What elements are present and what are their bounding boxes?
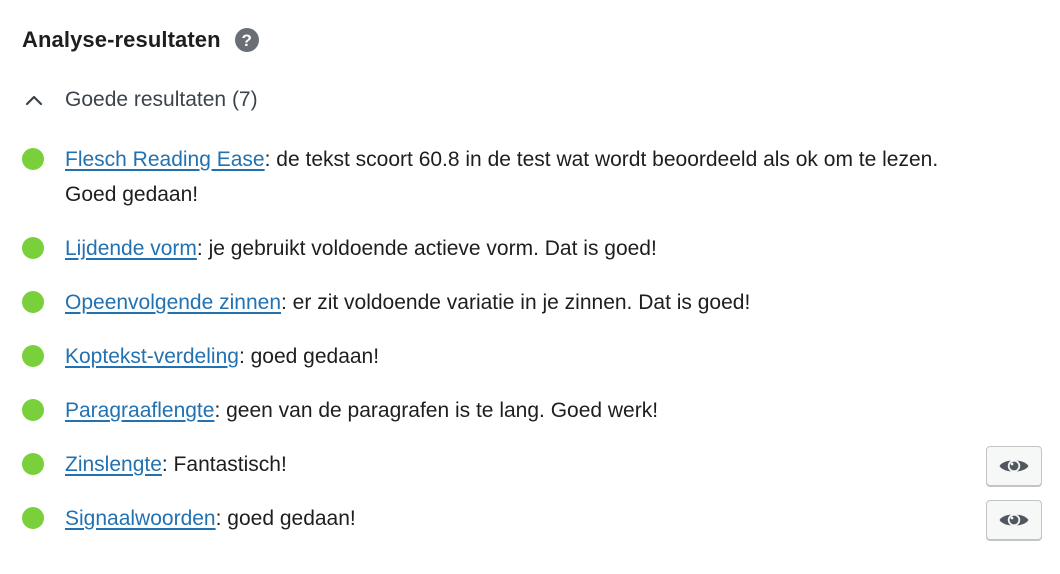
result-link-koptekst-verdeling[interactable]: Koptekst-verdeling (65, 345, 239, 368)
result-item: Paragraaflengte: geen van de paragrafen … (22, 393, 1042, 428)
result-text: Paragraaflengte: geen van de paragrafen … (65, 393, 995, 428)
analysis-results-panel: Analyse-resultaten ? Goede resultaten (7… (0, 0, 1060, 574)
result-text: Zinslengte: Fantastisch! (65, 447, 995, 482)
question-mark-icon[interactable]: ? (234, 28, 259, 52)
highlight-zinslengte-button[interactable] (986, 446, 1042, 486)
chevron-up-icon (22, 88, 46, 112)
good-status-icon (22, 507, 44, 529)
result-item: Lijdende vorm: je gebruikt voldoende act… (22, 231, 1042, 266)
result-link-flesch-reading-ease[interactable]: Flesch Reading Ease (65, 148, 265, 171)
result-message: : je gebruikt voldoende actieve vorm. Da… (196, 237, 657, 260)
eye-icon (999, 459, 1029, 473)
good-status-icon (22, 345, 44, 367)
eye-icon (999, 513, 1029, 527)
good-status-icon (22, 399, 44, 421)
result-message: : geen van de paragrafen is te lang. Goe… (214, 399, 659, 422)
results-list: Flesch Reading Ease: de tekst scoort 60.… (22, 142, 1042, 555)
result-link-zinslengte[interactable]: Zinslengte (65, 453, 162, 476)
result-link-lijdende-vorm[interactable]: Lijdende vorm (65, 237, 197, 260)
result-item: Opeenvolgende zinnen: er zit voldoende v… (22, 285, 1042, 320)
highlight-signaalwoorden-button[interactable] (986, 500, 1042, 540)
good-results-label: Goede resultaten (7) (65, 88, 258, 111)
result-text: Opeenvolgende zinnen: er zit voldoende v… (65, 285, 995, 320)
result-item: Zinslengte: Fantastisch! (22, 446, 1042, 486)
good-results-toggle[interactable]: Goede resultaten (7) (22, 82, 258, 118)
result-text: Koptekst-verdeling: goed gedaan! (65, 339, 995, 374)
result-link-paragraaflengte[interactable]: Paragraaflengte (65, 399, 214, 422)
result-message: : Fantastisch! (161, 453, 287, 476)
result-message: : er zit voldoende variatie in je zinnen… (281, 291, 751, 314)
result-message: : goed gedaan! (215, 507, 356, 530)
result-link-opeenvolgende-zinnen[interactable]: Opeenvolgende zinnen (65, 291, 281, 314)
result-message: : goed gedaan! (238, 345, 380, 368)
result-item: Koptekst-verdeling: goed gedaan! (22, 339, 1042, 374)
analysis-title: Analyse-resultaten (22, 27, 221, 52)
good-status-icon (22, 148, 44, 170)
result-item: Signaalwoorden: goed gedaan! (22, 500, 1042, 540)
good-status-icon (22, 453, 44, 475)
result-item: Flesch Reading Ease: de tekst scoort 60.… (22, 142, 1042, 212)
result-text: Flesch Reading Ease: de tekst scoort 60.… (65, 142, 995, 212)
result-link-signaalwoorden[interactable]: Signaalwoorden (65, 507, 216, 530)
good-status-icon (22, 291, 44, 313)
result-text: Signaalwoorden: goed gedaan! (65, 501, 995, 536)
result-text: Lijdende vorm: je gebruikt voldoende act… (65, 231, 995, 266)
analysis-header: Analyse-resultaten ? (22, 22, 259, 58)
good-status-icon (22, 237, 44, 259)
